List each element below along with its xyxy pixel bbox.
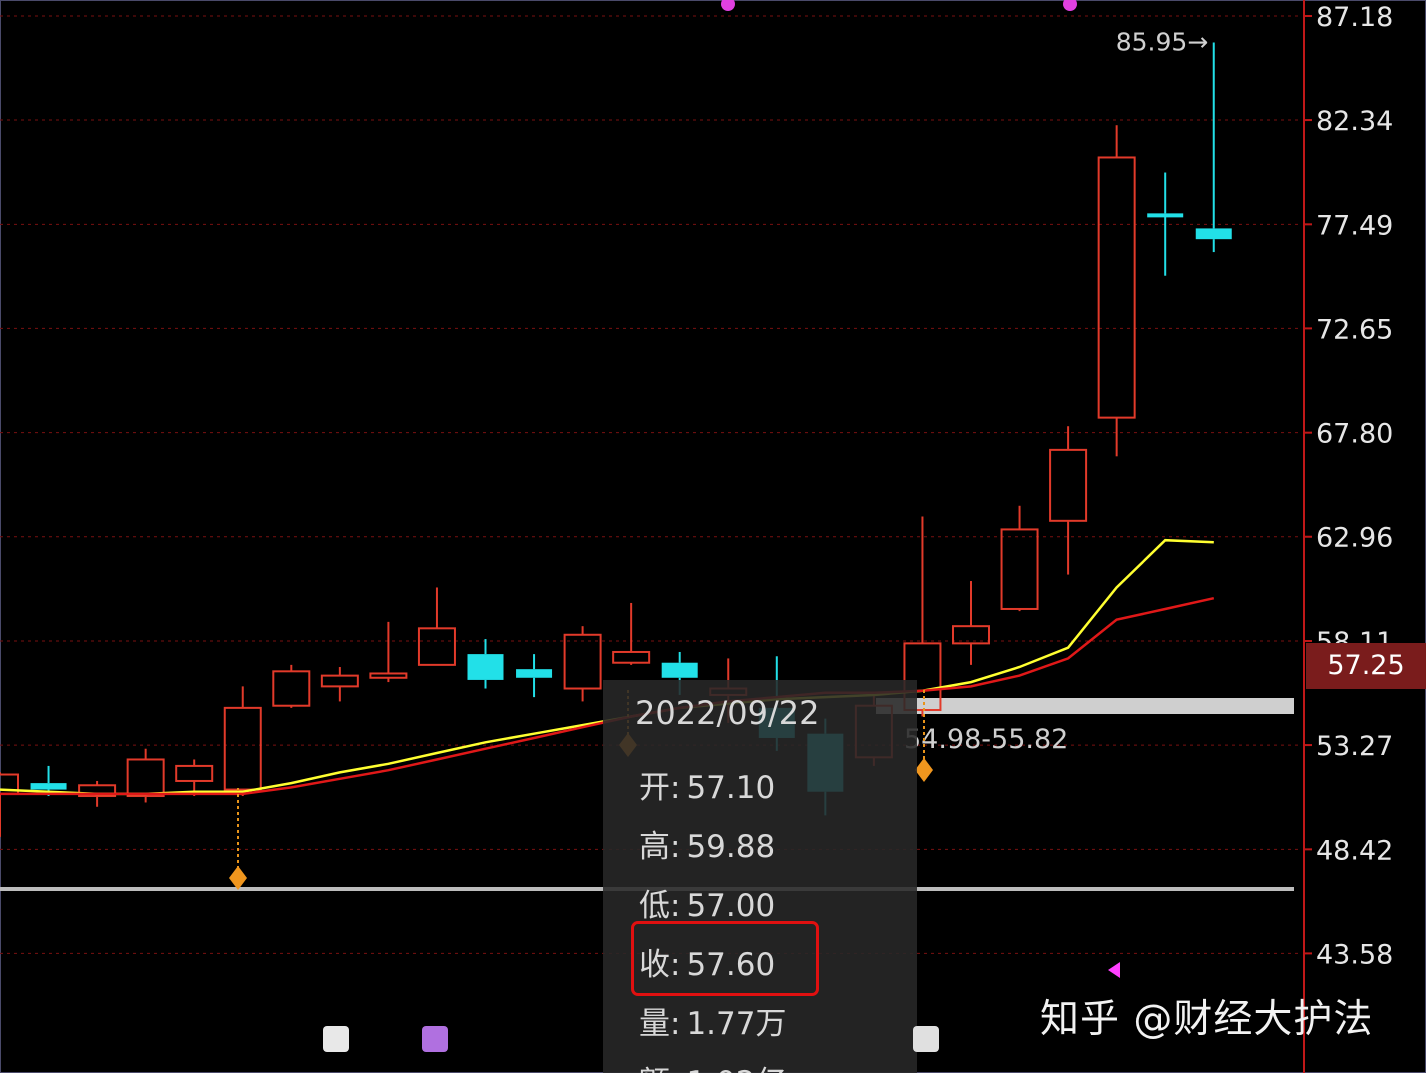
candle-body — [661, 662, 698, 678]
tooltip-high: 高: 59.88 — [639, 829, 776, 865]
candle-body — [30, 783, 67, 790]
event-badge-icon[interactable] — [422, 1026, 448, 1052]
candle-body — [516, 669, 553, 678]
tooltip-amount: 额:1.02亿 — [639, 1057, 786, 1073]
candle-body — [1049, 448, 1088, 522]
event-badge-icon[interactable] — [323, 1026, 349, 1052]
tooltip-open: 开: 57.10 — [639, 770, 776, 806]
candle-body — [467, 654, 504, 680]
max-price-annotation: 85.95→ — [1116, 27, 1209, 56]
event-flag-icon — [1108, 962, 1120, 978]
candle-body — [1097, 156, 1136, 419]
top-marker-icon — [1063, 0, 1077, 11]
current-price-label: 57.25 — [1306, 643, 1426, 689]
candle-body — [369, 672, 408, 679]
candle-body — [272, 670, 311, 707]
event-badge-icon[interactable] — [913, 1026, 939, 1052]
axis-tick-label: 53.27 — [1316, 731, 1393, 762]
axis-tick-label: 77.49 — [1316, 210, 1393, 241]
axis-tick-label: 82.34 — [1316, 106, 1393, 137]
axis-tick-label: 67.80 — [1316, 419, 1393, 450]
axis-tick-label: 62.96 — [1316, 523, 1393, 554]
range-annotation: 54.98-55.82 — [904, 724, 1068, 755]
candle-body — [612, 650, 651, 664]
candle-body — [563, 633, 602, 690]
candle-body — [223, 706, 262, 791]
signal-diamond-icon — [915, 758, 933, 782]
axis-tick-label: 43.58 — [1316, 939, 1393, 970]
price-axis: 87.1882.3477.4972.6567.8062.9658.1153.27… — [1303, 0, 1393, 1073]
candle-tooltip: 2022/09/22 开: 57.10 高: 59.88 低: 57.00 收: 57.… — [603, 680, 917, 1073]
candle-body — [320, 674, 359, 688]
axis-tick-label: 48.42 — [1316, 835, 1393, 866]
candle-body — [175, 764, 214, 782]
signal-diamond-icon — [229, 866, 247, 890]
candle-body — [952, 625, 990, 645]
candle-body — [1000, 528, 1039, 610]
watermark: 知乎 @财经大护法 — [1040, 997, 1374, 1042]
tooltip-low: 低: 57.00 — [639, 888, 776, 924]
candle-body — [417, 627, 456, 666]
candle-body — [1195, 228, 1232, 240]
candle-body — [1147, 213, 1184, 218]
axis-tick-label: 72.65 — [1316, 314, 1393, 345]
top-marker-icon — [721, 0, 735, 11]
axis-tick-label: 87.18 — [1316, 2, 1393, 33]
tooltip-date: 2022/09/22 — [635, 694, 820, 732]
candle-body — [126, 758, 165, 798]
resistance-band — [876, 698, 1294, 714]
close-price-highlight — [631, 921, 819, 996]
tooltip-volume: 量: 1.77万 — [639, 1006, 787, 1042]
